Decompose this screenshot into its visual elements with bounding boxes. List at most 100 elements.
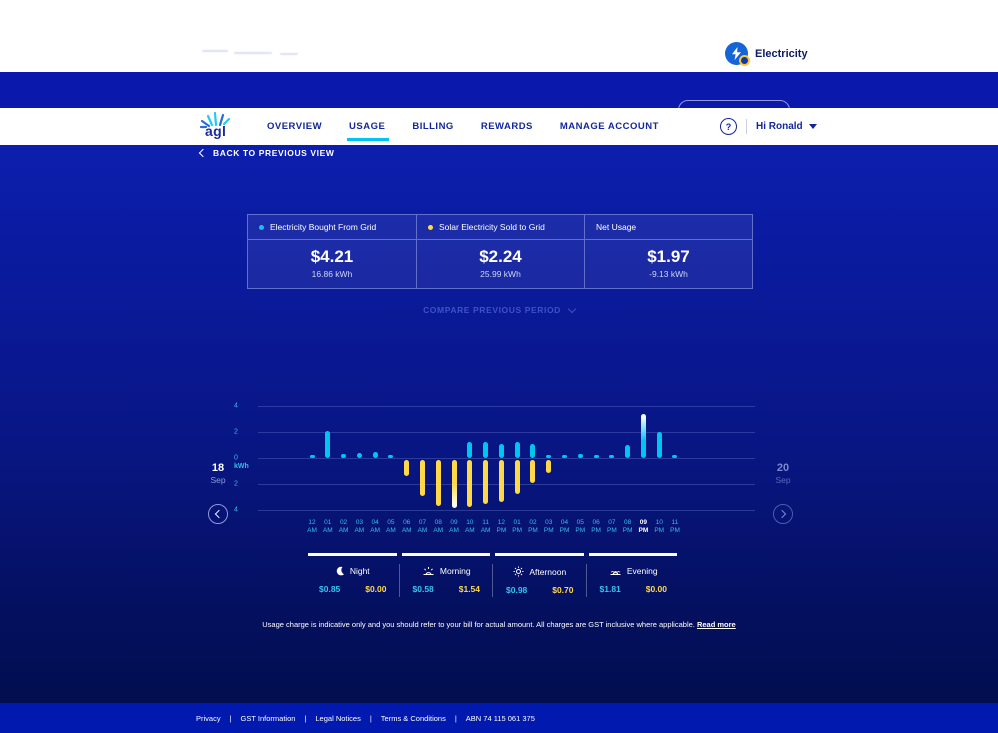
card-bought-amount: $4.21 <box>248 247 416 267</box>
bar-bought-01am[interactable] <box>325 431 330 458</box>
next-day-button[interactable] <box>773 504 793 524</box>
partial-pill-button[interactable] <box>678 100 790 108</box>
card-bought: Electricity Bought From Grid $4.21 16.86… <box>248 215 416 288</box>
compare-previous-period[interactable]: COMPARE PREVIOUS PERIOD <box>423 305 575 315</box>
date-next: 20 Sep <box>768 462 798 524</box>
bar-bought-02am[interactable] <box>341 454 346 458</box>
bar-bought-02pm[interactable] <box>530 444 535 458</box>
footer-legal-notices[interactable]: Legal Notices <box>315 714 360 723</box>
card-net-amount: $1.97 <box>585 247 752 267</box>
agl-logo[interactable]: agl <box>199 111 233 143</box>
card-net-energy: -9.13 kWh <box>585 269 752 279</box>
prev-day-button[interactable] <box>208 504 228 524</box>
bar-bought-04pm[interactable] <box>562 455 567 458</box>
morning-sold: $1.54 <box>459 584 480 594</box>
period-summary: Night $0.85 $0.00 Morning <box>306 553 680 595</box>
footer-abn: ABN 74 115 061 375 <box>466 714 535 723</box>
chevron-left-icon <box>215 510 223 518</box>
nav-divider <box>746 119 747 134</box>
bar-sold-11am[interactable] <box>483 460 488 504</box>
gridline <box>258 484 755 485</box>
chevron-right-icon <box>778 510 786 518</box>
navbar: agl OVERVIEW USAGE BILLING REWARDS MANAG… <box>0 108 998 145</box>
footer-separator: | <box>230 714 232 723</box>
main-content: BACK TO PREVIOUS VIEW Electricity Bought… <box>0 145 998 703</box>
evening-sold: $0.00 <box>646 584 667 594</box>
account-menu[interactable]: Hi Ronald <box>756 121 817 132</box>
footer-separator: | <box>370 714 372 723</box>
bar-bought-10pm[interactable] <box>657 432 662 458</box>
evening-bought: $1.81 <box>600 584 621 594</box>
bar-bought-04am[interactable] <box>373 452 378 458</box>
footer-gst-information[interactable]: GST Information <box>241 714 296 723</box>
card-bought-label: Electricity Bought From Grid <box>270 222 376 232</box>
agl-logo-text: agl <box>205 123 226 139</box>
chevron-down-icon <box>809 124 817 129</box>
bar-bought-03am[interactable] <box>357 453 362 458</box>
bar-sold-08am[interactable] <box>436 460 441 506</box>
y-axis-unit-label: kWh <box>234 463 254 470</box>
bar-bought-01pm[interactable] <box>515 442 520 458</box>
card-sold-energy: 25.99 kWh <box>417 269 584 279</box>
y-axis-tick: 2 <box>234 481 252 488</box>
period-night-label: Night <box>350 566 370 576</box>
nav-manage-account[interactable]: MANAGE ACCOUNT <box>560 121 659 132</box>
nav-billing[interactable]: BILLING <box>412 121 454 132</box>
bar-sold-12pm[interactable] <box>499 460 504 502</box>
y-axis-tick: 0 <box>234 455 252 462</box>
electricity-badge-dot <box>739 55 750 66</box>
next-day: 20 <box>768 462 798 474</box>
bar-sold-02pm[interactable] <box>530 460 535 483</box>
bar-sold-03pm[interactable] <box>546 460 551 473</box>
period-night: Night $0.85 $0.00 <box>306 553 400 595</box>
bought-dot-icon <box>259 225 264 230</box>
prev-day: 18 <box>203 462 233 474</box>
afternoon-bought: $0.98 <box>506 585 527 595</box>
gridline <box>258 458 755 459</box>
bar-bought-10am[interactable] <box>467 442 472 458</box>
bar-bought-06pm[interactable] <box>594 455 599 458</box>
y-axis-tick: 4 <box>234 403 252 410</box>
chevron-down-icon <box>568 304 576 312</box>
bar-bought-12am[interactable] <box>310 455 315 458</box>
footer-separator: | <box>455 714 457 723</box>
period-evening: Evening $1.81 $0.00 <box>587 553 681 595</box>
prev-month: Sep <box>203 475 233 485</box>
usage-summary-cards: Electricity Bought From Grid $4.21 16.86… <box>247 214 753 289</box>
footer-privacy[interactable]: Privacy <box>196 714 221 723</box>
bar-bought-09pm[interactable] <box>641 414 646 458</box>
afternoon-sold: $0.70 <box>552 585 573 595</box>
footer-links: Privacy | GST Information | Legal Notice… <box>196 714 535 723</box>
nav-rewards[interactable]: REWARDS <box>481 121 533 132</box>
next-month: Sep <box>768 475 798 485</box>
read-more-link[interactable]: Read more <box>697 620 736 629</box>
bar-sold-07am[interactable] <box>420 460 425 496</box>
back-to-previous-view[interactable]: BACK TO PREVIOUS VIEW <box>200 148 335 158</box>
sunset-icon <box>609 566 622 576</box>
nav-usage[interactable]: USAGE <box>349 121 385 132</box>
product-switcher[interactable]: Electricity <box>725 42 808 65</box>
night-bought: $0.85 <box>319 584 340 594</box>
gridline <box>258 432 755 433</box>
bar-sold-09am[interactable] <box>452 460 457 508</box>
header-blue-band <box>0 72 998 108</box>
nav-overview[interactable]: OVERVIEW <box>267 121 322 132</box>
electricity-icon <box>725 42 748 65</box>
bar-bought-08pm[interactable] <box>625 445 630 458</box>
period-morning-label: Morning <box>440 566 471 576</box>
bar-bought-03pm[interactable] <box>546 455 551 458</box>
card-sold: Solar Electricity Sold to Grid $2.24 25.… <box>416 215 584 288</box>
bar-sold-06am[interactable] <box>404 460 409 476</box>
sold-dot-icon <box>428 225 433 230</box>
page: Electricity agl OVERVIEW USAGE BI <box>0 0 998 733</box>
product-label: Electricity <box>755 48 808 60</box>
sunrise-icon <box>422 566 435 576</box>
bar-bought-11am[interactable] <box>483 442 488 458</box>
bar-bought-12pm[interactable] <box>499 444 504 458</box>
bar-bought-05pm[interactable] <box>578 454 583 458</box>
footer-terms-conditions[interactable]: Terms & Conditions <box>381 714 446 723</box>
help-icon[interactable]: ? <box>720 118 737 135</box>
bar-sold-10am[interactable] <box>467 460 472 507</box>
footer: Privacy | GST Information | Legal Notice… <box>0 703 998 733</box>
bar-sold-01pm[interactable] <box>515 460 520 494</box>
